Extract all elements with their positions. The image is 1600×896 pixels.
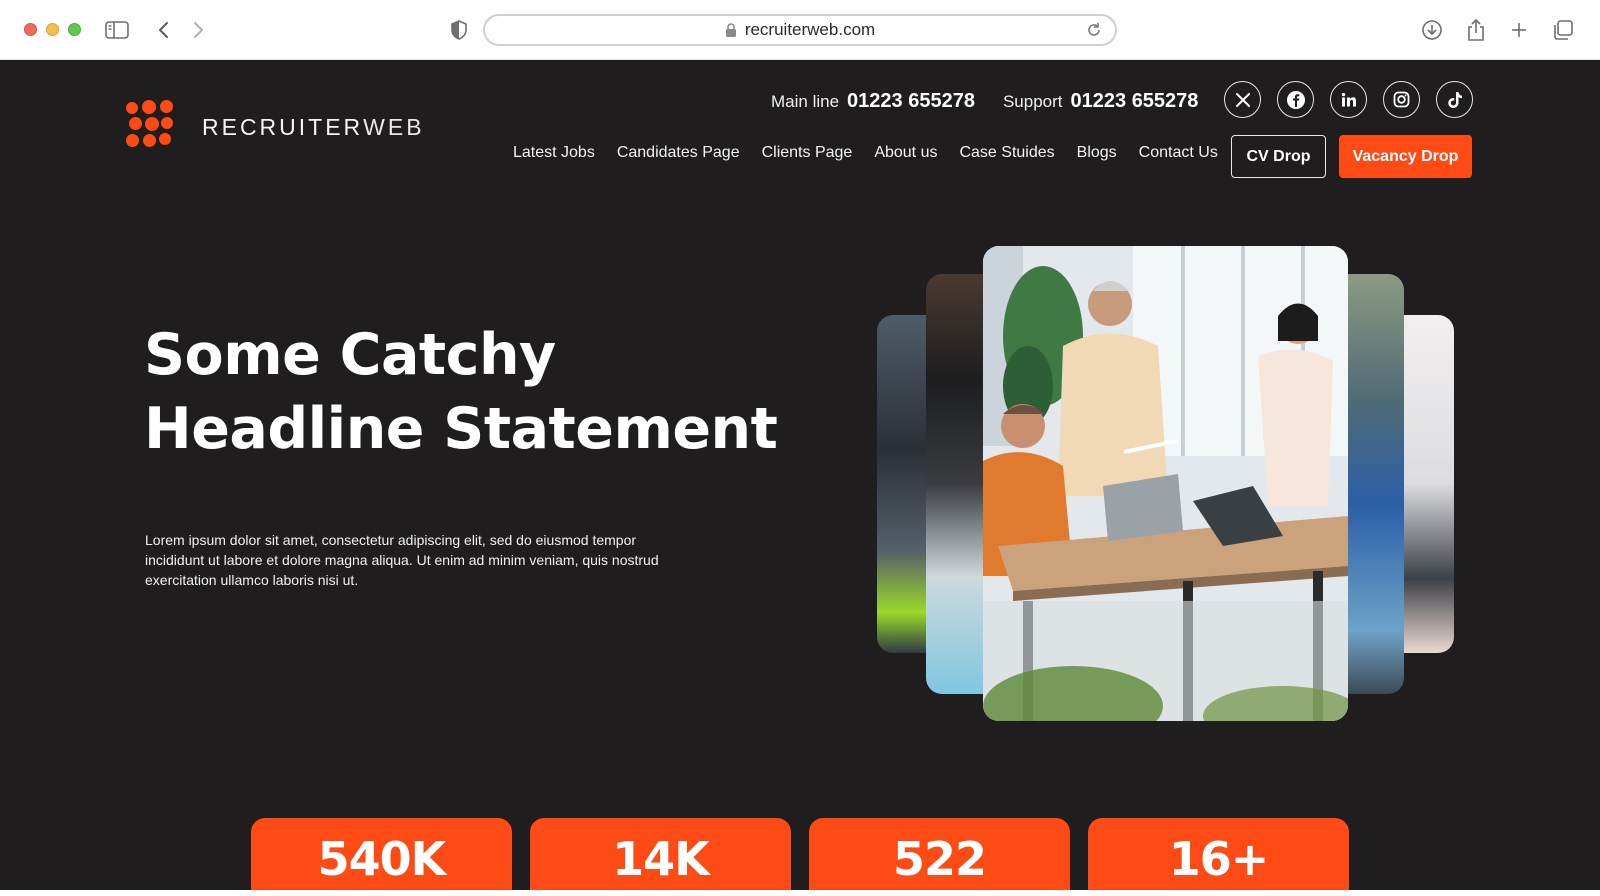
stat-card: 16+ — [1088, 818, 1349, 896]
office-meeting-image — [983, 246, 1348, 721]
stat-card: 540K — [251, 818, 512, 896]
minimize-window-button[interactable] — [46, 23, 59, 36]
x-icon[interactable] — [1224, 81, 1261, 118]
lock-icon — [725, 22, 736, 37]
nav-about-us[interactable]: About us — [874, 144, 937, 162]
cv-drop-button[interactable]: CV Drop — [1231, 135, 1326, 178]
back-icon[interactable] — [150, 16, 178, 44]
hero-headline: Some Catchy Headline Statement — [144, 318, 778, 466]
vacancy-drop-button[interactable]: Vacancy Drop — [1339, 135, 1472, 178]
nav-blogs[interactable]: Blogs — [1077, 144, 1117, 162]
hero-lead-text: Lorem ipsum dolor sit amet, consectetur … — [145, 532, 659, 588]
tiktok-icon[interactable] — [1436, 81, 1473, 118]
logo-mark-icon — [126, 100, 173, 147]
nav-candidates-page[interactable]: Candidates Page — [617, 144, 740, 162]
address-bar[interactable]: recruiterweb.com — [483, 14, 1117, 46]
main-line-number[interactable]: 01223 655278 — [847, 90, 975, 113]
website: RECRUITERWEB Main line 01223 655278 Supp… — [0, 60, 1600, 896]
downloads-icon[interactable] — [1418, 16, 1446, 44]
url-text: recruiterweb.com — [744, 20, 876, 39]
forward-icon[interactable] — [184, 16, 212, 44]
privacy-shield-icon[interactable] — [445, 16, 473, 44]
close-window-button[interactable] — [24, 23, 37, 36]
linkedin-icon[interactable] — [1330, 81, 1367, 118]
main-line-label: Main line — [771, 92, 840, 111]
facebook-icon[interactable] — [1277, 81, 1314, 118]
site-logo[interactable]: RECRUITERWEB — [126, 100, 425, 148]
main-nav: Latest Jobs Candidates Page Clients Page… — [513, 144, 1240, 162]
page-bottom-edge — [0, 890, 1600, 896]
social-links — [1224, 81, 1473, 118]
headline-line-1: Some Catchy — [144, 322, 556, 388]
maximize-window-button[interactable] — [68, 23, 81, 36]
reload-icon[interactable] — [1085, 21, 1103, 39]
nav-latest-jobs[interactable]: Latest Jobs — [513, 144, 595, 162]
stat-card: 14K — [530, 818, 791, 896]
nav-clients-page[interactable]: Clients Page — [762, 144, 853, 162]
support-number[interactable]: 01223 655278 — [1071, 90, 1199, 113]
tab-overview-icon[interactable] — [1549, 16, 1577, 44]
new-tab-icon[interactable] — [1505, 16, 1533, 44]
stats-row: 540K 14K 522 16+ — [251, 818, 1349, 896]
browser-toolbar: recruiterweb.com — [0, 0, 1600, 60]
support-label: Support — [1002, 92, 1063, 111]
sidebar-toggle-icon[interactable] — [103, 16, 131, 44]
headline-line-2: Headline Statement — [144, 396, 778, 462]
share-icon[interactable] — [1462, 16, 1490, 44]
logo-wordmark: RECRUITERWEB — [202, 113, 425, 140]
contact-numbers: Main line 01223 655278 Support 01223 655… — [771, 90, 1226, 113]
hero-photo-main — [983, 246, 1348, 721]
instagram-icon[interactable] — [1383, 81, 1420, 118]
nav-case-studies[interactable]: Case Stuides — [959, 144, 1054, 162]
nav-contact-us[interactable]: Contact Us — [1139, 144, 1218, 162]
stat-card: 522 — [809, 818, 1070, 896]
